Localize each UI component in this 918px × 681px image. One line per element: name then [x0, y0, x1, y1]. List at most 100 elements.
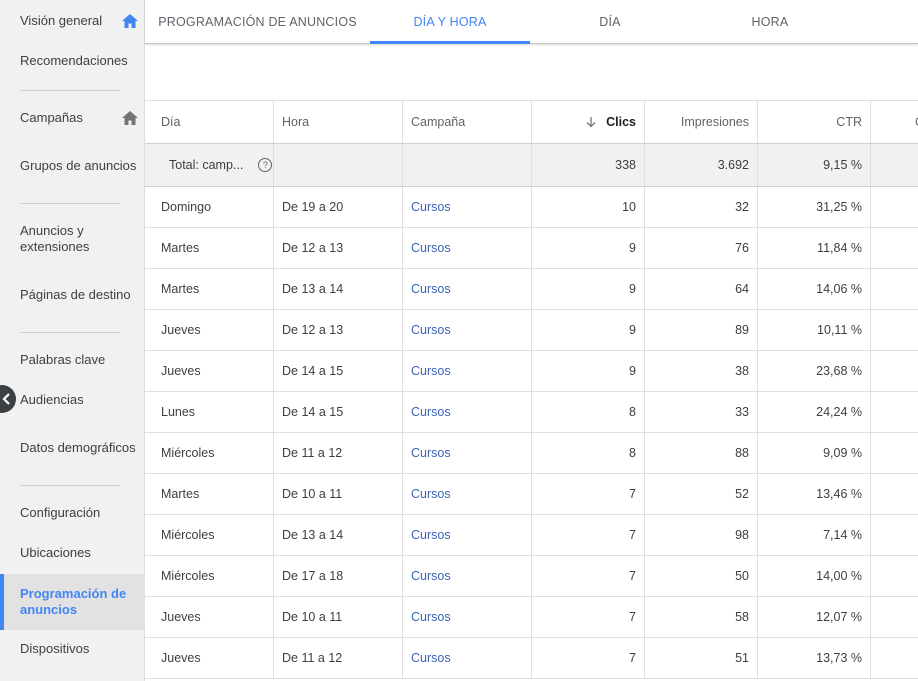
table-row: Martes De 10 a 11 Cursos 7 52 13,46 %	[145, 474, 918, 515]
cell-truncated	[871, 474, 918, 514]
cell-campana: Cursos	[403, 187, 532, 227]
tab-dia-y-hora[interactable]: DÍA Y HORA	[370, 0, 530, 44]
cell-hora-value: De 19 a 20	[282, 200, 344, 214]
cell-hora-value: De 13 a 14	[282, 528, 344, 542]
cell-impresiones-value: 52	[735, 487, 749, 501]
cell-impresiones: 76	[645, 228, 758, 268]
tab-hora[interactable]: HORA	[690, 0, 850, 43]
table-row: Jueves De 14 a 15 Cursos 9 38 23,68 %	[145, 351, 918, 392]
campaign-link[interactable]: Cursos	[411, 610, 451, 624]
campaign-link[interactable]: Cursos	[411, 200, 451, 214]
cell-impresiones: 98	[645, 515, 758, 555]
sidebar-nav: Visión general Recomendaciones Campañas …	[0, 0, 145, 681]
cell-impresiones: 32	[645, 187, 758, 227]
cell-impresiones-value: 32	[735, 200, 749, 214]
cell-truncated	[871, 310, 918, 350]
cell-clics-value: 9	[629, 282, 636, 296]
help-circle-icon[interactable]: ?	[258, 158, 273, 172]
sidebar-item-campanas[interactable]: Campañas	[0, 103, 145, 133]
cell-ctr-value: 31,25 %	[816, 200, 862, 214]
home-icon	[115, 111, 145, 125]
cell-hora-value: De 11 a 12	[282, 651, 343, 665]
column-header-truncated[interactable]: C	[871, 101, 918, 143]
campaign-link[interactable]: Cursos	[411, 651, 451, 665]
cell-dia: Miércoles	[145, 515, 274, 555]
cell-dia: Miércoles	[145, 433, 274, 473]
sidebar-item-anuncios-y-extensiones[interactable]: Anuncios y extensiones	[0, 219, 145, 259]
cell-clics-value: 9	[629, 364, 636, 378]
campaign-link[interactable]: Cursos	[411, 364, 451, 378]
sidebar-item-vision-general[interactable]: Visión general	[0, 6, 145, 36]
cell-clics-value: 7	[629, 569, 636, 583]
sidebar-item-label: Visión general	[20, 13, 103, 28]
table-header-row: Día Hora Campaña Clics Impresiones CTR C	[145, 100, 918, 144]
campaign-link[interactable]: Cursos	[411, 487, 451, 501]
cell-hora: De 14 a 15	[274, 351, 403, 391]
cell-impresiones-value: 38	[735, 364, 749, 378]
cell-impresiones-value: 88	[735, 446, 749, 460]
column-header-impresiones[interactable]: Impresiones	[645, 101, 758, 143]
cell-dia-value: Jueves	[161, 323, 201, 337]
cell-clics: 9	[532, 269, 645, 309]
sidebar-item-grupos-de-anuncios[interactable]: Grupos de anuncios	[0, 146, 145, 186]
cell-dia-value: Miércoles	[161, 569, 215, 583]
table-row: Miércoles De 17 a 18 Cursos 7 50 14,00 %	[145, 556, 918, 597]
cell-dia-value: Miércoles	[161, 446, 215, 460]
cell-ctr-value: 14,06 %	[816, 282, 862, 296]
cell-impresiones-value: 50	[735, 569, 749, 583]
table-row: Miércoles De 11 a 12 Cursos 8 88 9,09 %	[145, 433, 918, 474]
cell-ctr-value: 14,00 %	[816, 569, 862, 583]
cell-dia: Martes	[145, 474, 274, 514]
tab-programacion-de-anuncios[interactable]: PROGRAMACIÓN DE ANUNCIOS	[145, 0, 370, 43]
sidebar-item-audiencias[interactable]: Audiencias	[0, 385, 145, 415]
column-header-campana[interactable]: Campaña	[403, 101, 532, 143]
column-header-ctr[interactable]: CTR	[758, 101, 871, 143]
campaign-link[interactable]: Cursos	[411, 446, 451, 460]
cell-truncated	[871, 515, 918, 555]
sidebar-item-datos-demograficos[interactable]: Datos demográficos	[0, 428, 145, 468]
cell-dia: Jueves	[145, 351, 274, 391]
cell-dia: Martes	[145, 269, 274, 309]
campaign-link[interactable]: Cursos	[411, 569, 451, 583]
cell-hora: De 14 a 15	[274, 392, 403, 432]
column-header-clics[interactable]: Clics	[532, 101, 645, 143]
sidebar-item-programacion-de-anuncios[interactable]: Programación de anuncios	[0, 574, 145, 630]
sidebar-item-dispositivos[interactable]: Dispositivos	[0, 634, 145, 664]
cell-hora-value: De 10 a 11	[282, 610, 343, 624]
cell-ctr: 14,00 %	[758, 556, 871, 596]
column-header-dia[interactable]: Día	[145, 101, 274, 143]
sidebar-item-palabras-clave[interactable]: Palabras clave	[0, 345, 145, 375]
cell-hora-value: De 12 a 13	[282, 241, 344, 255]
total-hora-cell	[274, 144, 403, 186]
sidebar-item-recomendaciones[interactable]: Recomendaciones	[0, 46, 145, 76]
cell-clics-value: 10	[622, 200, 636, 214]
sidebar-item-configuracion[interactable]: Configuración	[0, 498, 145, 528]
cell-clics-value: 9	[629, 241, 636, 255]
sidebar-item-paginas-de-destino[interactable]: Páginas de destino	[0, 275, 145, 315]
campaign-link[interactable]: Cursos	[411, 528, 451, 542]
column-header-hora[interactable]: Hora	[274, 101, 403, 143]
cell-impresiones: 38	[645, 351, 758, 391]
cell-dia-value: Martes	[161, 487, 200, 501]
cell-ctr: 24,24 %	[758, 392, 871, 432]
sidebar-item-ubicaciones[interactable]: Ubicaciones	[0, 538, 145, 568]
cell-campana: Cursos	[403, 228, 532, 268]
campaign-link[interactable]: Cursos	[411, 323, 451, 337]
cell-dia: Jueves	[145, 310, 274, 350]
cell-clics: 7	[532, 597, 645, 637]
tab-dia[interactable]: DÍA	[530, 0, 690, 43]
cell-ctr-value: 13,46 %	[816, 487, 862, 501]
sidebar-item-label: Palabras clave	[20, 352, 106, 367]
campaign-link[interactable]: Cursos	[411, 282, 451, 296]
campaign-link[interactable]: Cursos	[411, 405, 451, 419]
campaign-link[interactable]: Cursos	[411, 241, 451, 255]
total-campana-cell	[403, 144, 532, 186]
cell-dia-value: Martes	[161, 282, 200, 296]
cell-impresiones-value: 51	[735, 651, 749, 665]
total-label-cell: Total: camp... ?	[145, 144, 274, 186]
cell-dia: Martes	[145, 228, 274, 268]
cell-hora: De 12 a 13	[274, 228, 403, 268]
cell-truncated	[871, 351, 918, 391]
cell-dia: Lunes	[145, 392, 274, 432]
table-row: Domingo De 19 a 20 Cursos 10 32 31,25 %	[145, 187, 918, 228]
